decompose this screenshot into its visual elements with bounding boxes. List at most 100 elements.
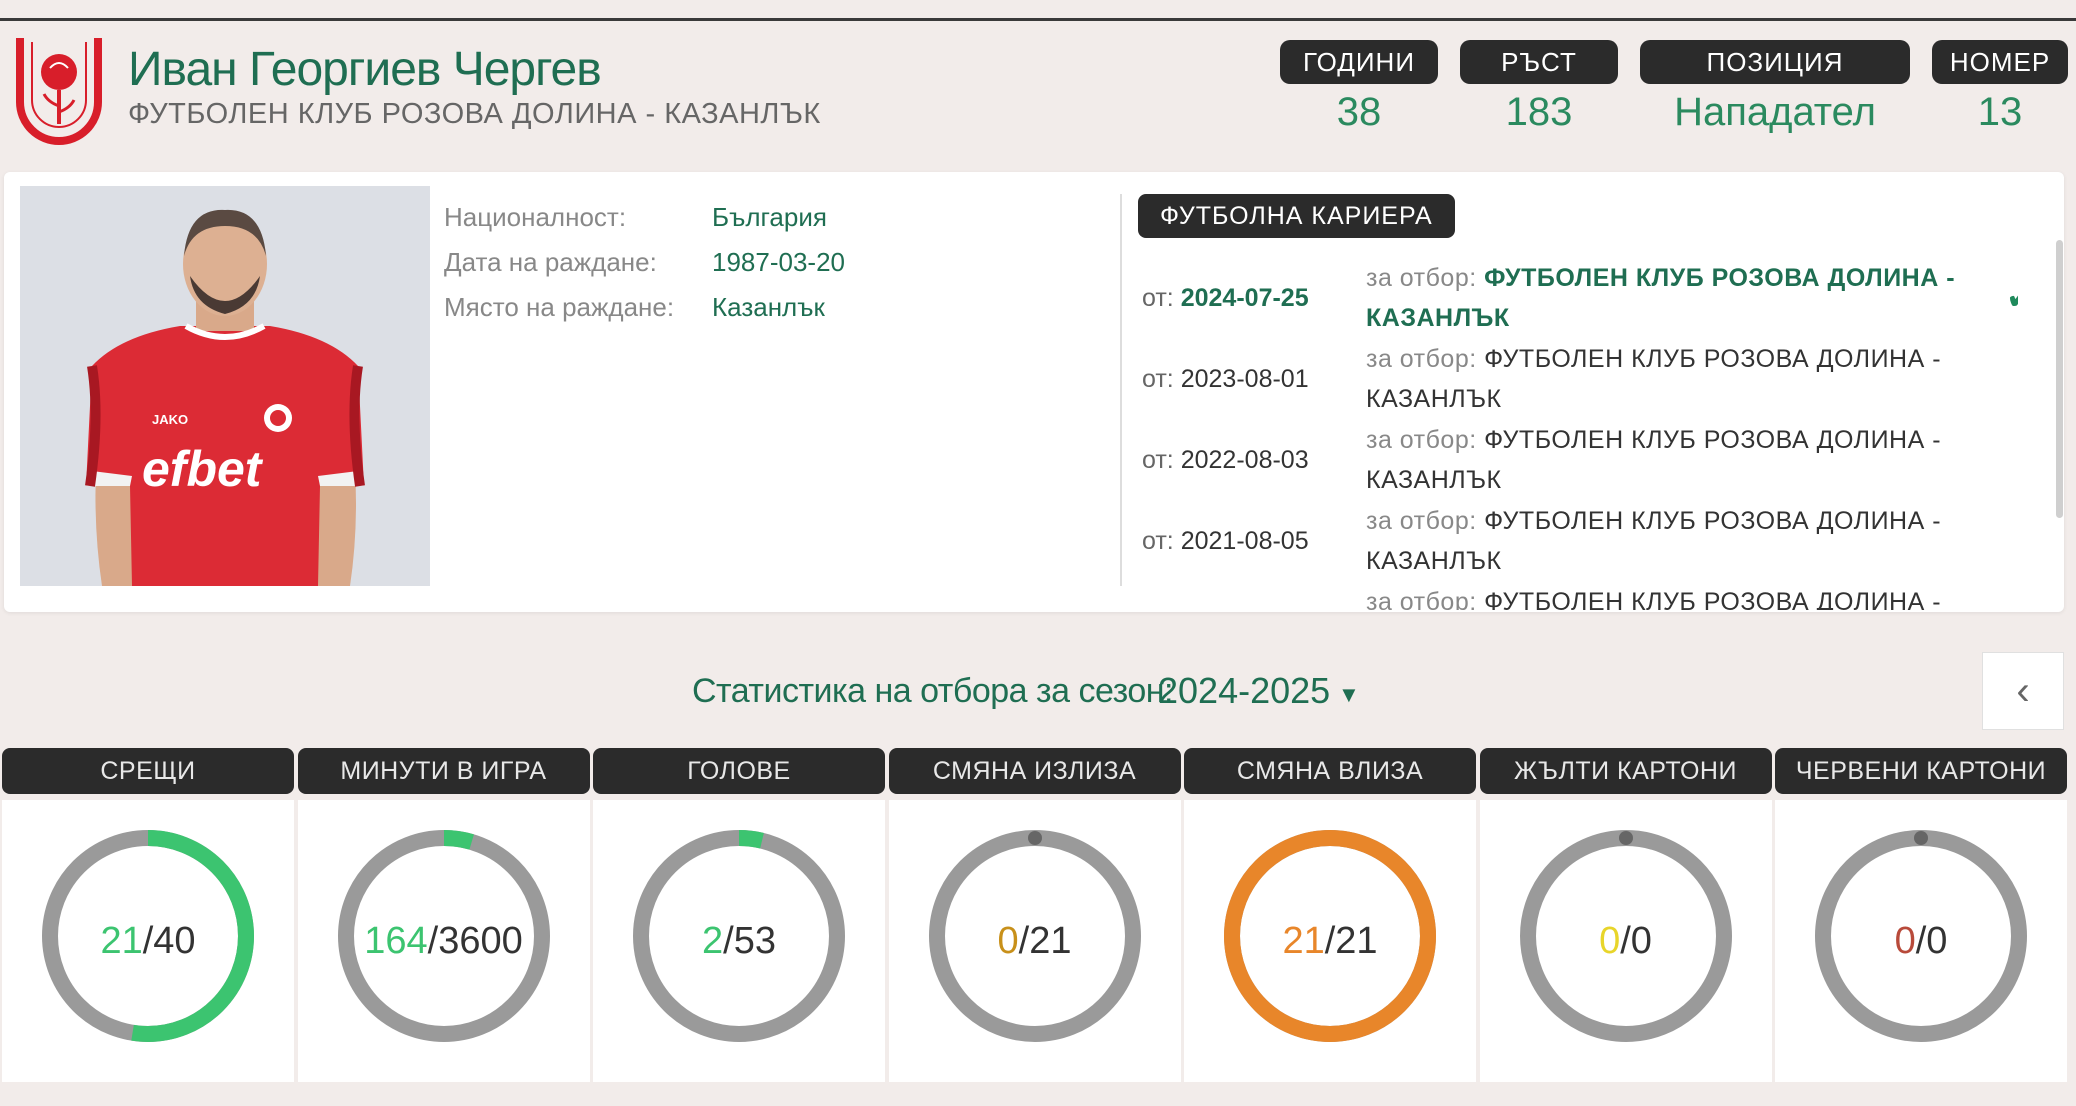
season-label: Статистика на отбора за сезон:: [692, 672, 1173, 710]
stat-current: 0: [997, 919, 1019, 962]
shirt-sponsor-text: efbet: [142, 441, 264, 497]
stat-current: 0: [1599, 919, 1621, 962]
career-entry: от: 2021-08-05 за отбор: ФУТБОЛЕН КЛУБ Р…: [1138, 501, 2018, 582]
from-label: от:: [1142, 365, 1174, 393]
info-position-value: Нападател: [1674, 90, 1876, 134]
stat-card: ЖЪЛТИ КАРТОНИ 0/0: [1479, 748, 1772, 1082]
info-age-value: 38: [1336, 90, 1382, 134]
stat-label: ЖЪЛТИ КАРТОНИ: [1479, 748, 1772, 794]
detail-label: Националност:: [444, 202, 627, 232]
stat-label: СМЯНА ИЗЛИЗА: [888, 748, 1181, 794]
stat-current: 21: [1282, 919, 1325, 962]
team-label: за отбор:: [1366, 588, 1477, 610]
info-number: НОМЕР 13: [1932, 40, 2068, 135]
stat-total: /0: [1915, 919, 1948, 962]
caret-down-icon[interactable]: ▼: [1338, 682, 1360, 708]
stat-ring-body: 21/40: [2, 800, 294, 1082]
detail-value: 1987-03-20: [712, 247, 845, 277]
top-border: [0, 18, 2076, 21]
stat-ring-body: 164/3600: [297, 800, 590, 1082]
svg-text:JAKO: JAKO: [152, 412, 188, 427]
stat-total: /0: [1620, 919, 1652, 962]
stat-current: 2: [702, 919, 724, 962]
stat-ring-body: 0/21: [888, 800, 1181, 1082]
info-height: РЪСТ 183: [1460, 40, 1618, 135]
stat-total: /21: [1324, 919, 1378, 962]
career-date: 2022-08-03: [1180, 446, 1309, 474]
career-scrollbar[interactable]: [2056, 240, 2063, 518]
stat-card: МИНУТИ В ИГРА 164/3600: [297, 748, 590, 1082]
season-select[interactable]: 2024-2025: [1158, 670, 1330, 712]
career-entry: от: 2022-08-03 за отбор: ФУТБОЛЕН КЛУБ Р…: [1138, 420, 2018, 501]
stat-value: 2/53: [593, 800, 885, 1082]
career-date: 2023-08-01: [1180, 365, 1309, 393]
team-label: за отбор:: [1366, 426, 1477, 454]
profile-card: JAKO efbet Националност: България Дата н…: [4, 172, 2064, 612]
info-position: ПОЗИЦИЯ Нападател: [1640, 40, 1910, 135]
stat-card: СМЯНА ИЗЛИЗА 0/21: [888, 748, 1181, 1082]
stat-value: 0/0: [1480, 800, 1772, 1082]
stat-card: ГОЛОВЕ 2/53: [593, 748, 885, 1082]
career-team: ФУТБОЛЕН КЛУБ РОЗОВА ДОЛИНА -: [1484, 588, 1942, 610]
info-age-label: ГОДИНИ: [1280, 40, 1438, 84]
team-label: за отбор:: [1366, 345, 1477, 373]
stat-ring-body: 2/53: [593, 800, 885, 1082]
stat-card: СМЯНА ВЛИЗА 21/21: [1184, 748, 1476, 1082]
detail-label: Дата на раждане:: [444, 247, 657, 277]
stat-current: 164: [364, 919, 428, 962]
stat-current: 21: [100, 919, 143, 962]
prev-button[interactable]: ‹: [1982, 652, 2064, 730]
stat-label: МИНУТИ В ИГРА: [297, 748, 590, 794]
stat-label: ГОЛОВЕ: [593, 748, 885, 794]
stat-ring-body: 0/0: [1775, 800, 2067, 1082]
club-logo: [16, 38, 102, 145]
detail-row-birthdate: Дата на раждане: 1987-03-20: [444, 247, 845, 292]
career-title: ФУТБОЛНА КАРИЕРА: [1138, 194, 1455, 238]
stat-value: 0/0: [1775, 800, 2067, 1082]
vertical-divider: [1120, 194, 1122, 586]
career-entry: от: 2024-07-25 за отбор: ФУТБОЛЕН КЛУБ Р…: [1138, 258, 2018, 339]
career-date: 2021-08-05: [1180, 527, 1309, 555]
info-number-value: 13: [1977, 90, 2023, 134]
career-date: 2024-07-25: [1180, 284, 1309, 312]
stat-current: 0: [1894, 919, 1916, 962]
from-label: от:: [1142, 527, 1174, 555]
detail-value: Казанлък: [712, 292, 825, 322]
stat-value: 21/21: [1184, 800, 1476, 1082]
stat-ring-body: 21/21: [1184, 800, 1476, 1082]
detail-value: България: [712, 202, 827, 232]
stat-label: ЧЕРВЕНИ КАРТОНИ: [1775, 748, 2067, 794]
stat-value: 164/3600: [298, 800, 590, 1082]
detail-label: Място на раждане:: [444, 292, 675, 322]
from-label: от:: [1142, 284, 1174, 312]
stat-label: СМЯНА ВЛИЗА: [1184, 748, 1476, 794]
stat-card: ЧЕРВЕНИ КАРТОНИ 0/0: [1775, 748, 2067, 1082]
info-height-label: РЪСТ: [1460, 40, 1618, 84]
stat-total: /3600: [427, 919, 523, 962]
detail-row-birthplace: Място на раждане: Казанлък: [444, 292, 845, 337]
stat-total: /21: [1018, 919, 1072, 962]
career-list[interactable]: от: 2024-07-25 за отбор: ФУТБОЛЕН КЛУБ Р…: [1138, 258, 2018, 610]
info-age: ГОДИНИ 38: [1280, 40, 1438, 135]
team-label: за отбор:: [1366, 264, 1477, 292]
player-details: Националност: България Дата на раждане: …: [444, 202, 845, 337]
club-name: ФУТБОЛЕН КЛУБ РОЗОВА ДОЛИНА - КАЗАНЛЪК: [128, 98, 821, 130]
stat-value: 0/21: [889, 800, 1181, 1082]
info-height-value: 183: [1505, 90, 1573, 134]
player-photo: JAKO efbet: [20, 186, 430, 586]
info-position-label: ПОЗИЦИЯ: [1640, 40, 1910, 84]
team-label: за отбор:: [1366, 507, 1477, 535]
check-icon: ✔: [2006, 278, 2018, 318]
career-entry: от: 2023-08-01 за отбор: ФУТБОЛЕН КЛУБ Р…: [1138, 339, 2018, 420]
detail-row-nationality: Националност: България: [444, 202, 845, 247]
chevron-left-icon: ‹: [2016, 668, 2030, 713]
stat-ring-body: 0/0: [1479, 800, 1772, 1082]
stat-total: /53: [723, 919, 776, 962]
career-entry: за отбор: ФУТБОЛЕН КЛУБ РОЗОВА ДОЛИНА -: [1138, 582, 2018, 610]
stat-value: 21/40: [2, 800, 294, 1082]
info-number-label: НОМЕР: [1932, 40, 2068, 84]
stat-label: СРЕЩИ: [2, 748, 294, 794]
stat-card: СРЕЩИ 21/40: [2, 748, 294, 1082]
player-name: Иван Георгиев Чергев: [128, 43, 602, 96]
stat-total: /40: [142, 919, 196, 962]
